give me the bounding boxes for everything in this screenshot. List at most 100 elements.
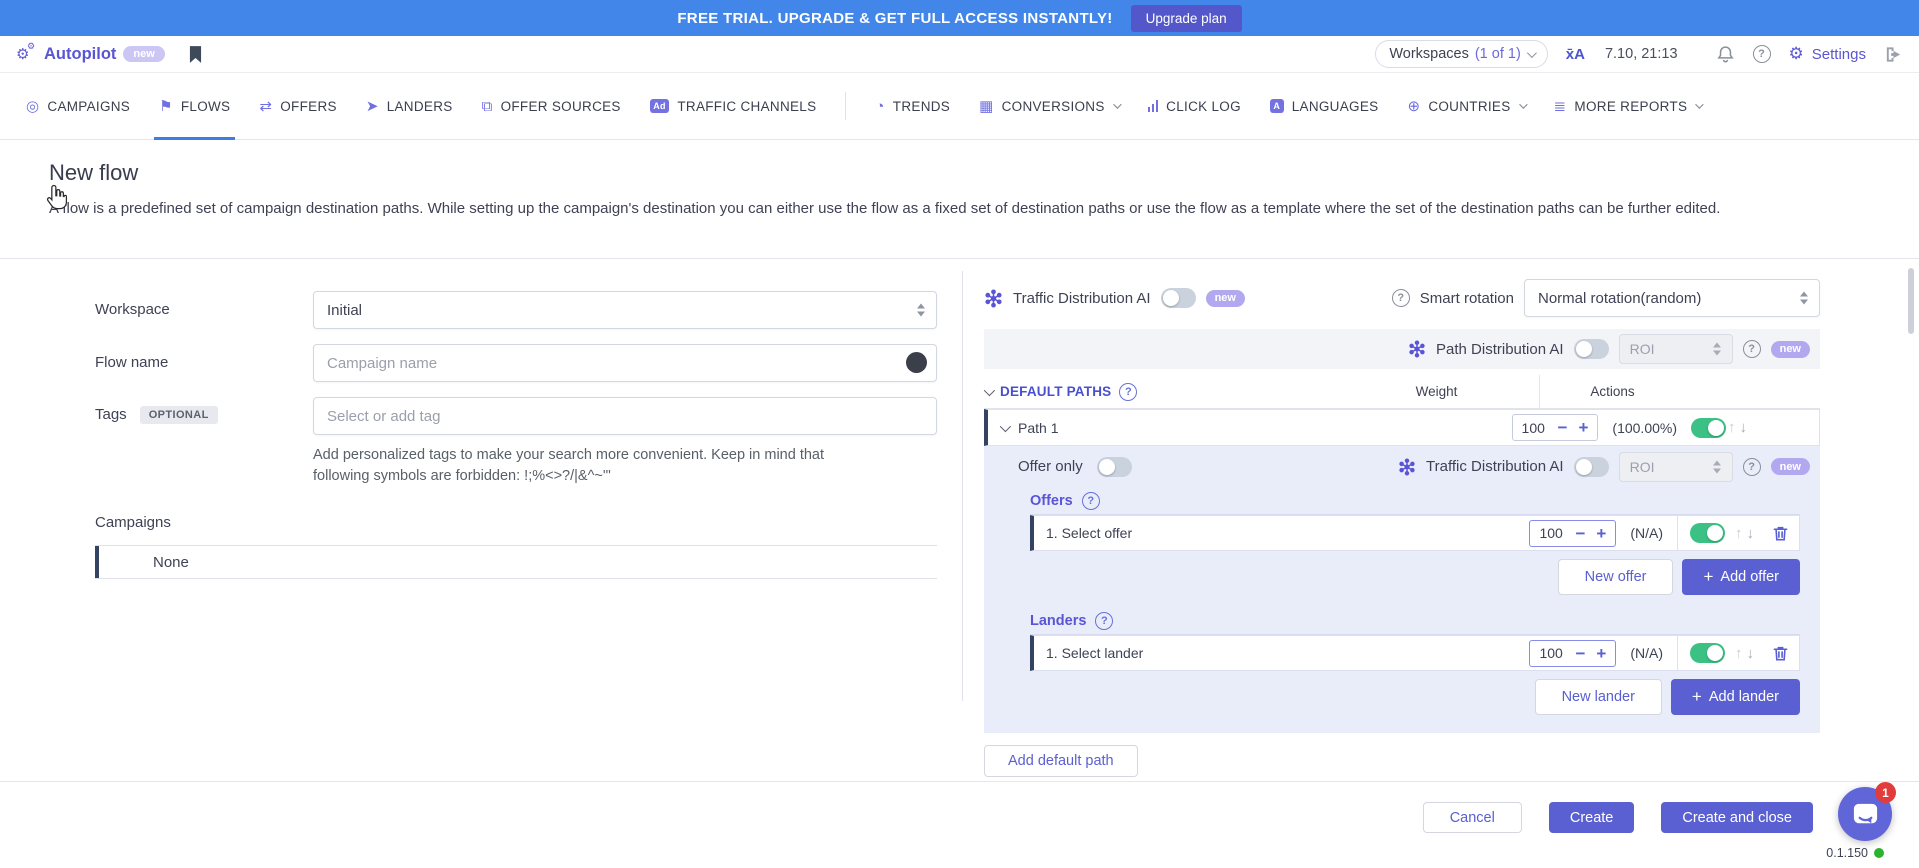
path-ai-help-icon[interactable]: ? <box>1743 340 1761 358</box>
gear-icon[interactable]: ⚙ <box>1789 44 1804 64</box>
offers-help-icon[interactable]: ? <box>1082 492 1100 510</box>
paths-panel: Traffic Distribution AI new ? Smart rota… <box>963 259 1919 781</box>
chevron-down-icon <box>1527 48 1537 58</box>
path-weight-value[interactable]: 100 <box>1522 420 1547 436</box>
minus-icon[interactable]: − <box>1558 419 1568 436</box>
landers-help-icon[interactable]: ? <box>1095 612 1113 630</box>
arrow-up-icon[interactable]: ↑ <box>1735 525 1743 542</box>
smart-rotation-help-icon[interactable]: ? <box>1392 289 1410 307</box>
create-and-close-button[interactable]: Create and close <box>1661 802 1813 833</box>
translate-icon[interactable]: x̄A <box>1566 46 1585 63</box>
nav-item-traffic-channels[interactable]: AdTRAFFIC CHANNELS <box>650 73 817 139</box>
click-log-icon <box>1148 100 1159 112</box>
path-distribution-ai-toggle[interactable] <box>1574 339 1609 359</box>
arrow-down-icon[interactable]: ↓ <box>1740 419 1748 436</box>
plus-icon[interactable]: + <box>1596 645 1606 662</box>
trial-banner-text: FREE TRIAL. UPGRADE & GET FULL ACCESS IN… <box>677 10 1112 27</box>
path-weight-stepper[interactable]: 100 − + <box>1512 414 1599 441</box>
new-badge: new <box>1771 341 1810 358</box>
notifications-bell-icon[interactable] <box>1716 45 1735 64</box>
nav-item-flows[interactable]: ⚑FLOWS <box>159 73 230 139</box>
default-paths-help-icon[interactable]: ? <box>1119 383 1137 401</box>
trial-banner: FREE TRIAL. UPGRADE & GET FULL ACCESS IN… <box>0 0 1919 36</box>
nav-item-conversions[interactable]: ▦CONVERSIONS <box>979 73 1119 139</box>
path-ai-metric-select: ROI <box>1619 334 1733 364</box>
new-lander-button[interactable]: New lander <box>1535 679 1662 715</box>
upgrade-plan-button[interactable]: Upgrade plan <box>1131 5 1242 32</box>
add-default-path-button[interactable]: Add default path <box>984 745 1138 777</box>
campaigns-list: None <box>95 545 937 579</box>
traffic-distribution-ai-toggle[interactable] <box>1161 288 1196 308</box>
app-header: ⚙⚙ Autopilot new Workspaces (1 of 1) x̄A… <box>0 36 1919 73</box>
chevron-down-icon <box>1695 100 1703 108</box>
smart-rotation-label: Smart rotation <box>1420 290 1514 307</box>
chat-launcher[interactable]: 1 <box>1838 787 1892 841</box>
lander-weight-value[interactable]: 100 <box>1539 645 1564 661</box>
minus-icon[interactable]: − <box>1575 645 1585 662</box>
smart-rotation-value: Normal rotation(random) <box>1538 290 1701 307</box>
minus-icon[interactable]: − <box>1575 525 1585 542</box>
lander-name[interactable]: 1. Select lander <box>1046 645 1143 661</box>
offer-enabled-toggle[interactable] <box>1690 523 1725 543</box>
nav-item-click-log[interactable]: CLICK LOG <box>1148 73 1241 139</box>
lander-enabled-toggle[interactable] <box>1690 643 1725 663</box>
workspaces-selector[interactable]: Workspaces (1 of 1) <box>1375 40 1547 68</box>
landers-title: Landers <box>1030 613 1086 629</box>
plus-icon[interactable]: + <box>1596 525 1606 542</box>
cancel-button[interactable]: Cancel <box>1423 802 1522 833</box>
offer-only-toggle[interactable] <box>1097 457 1132 477</box>
bookmark-icon[interactable] <box>189 46 202 63</box>
datetime-label: 7.10, 21:13 <box>1605 46 1678 62</box>
lander-row: 1. Select lander 100 − + (N/A) ↑ ↓ <box>1030 635 1800 671</box>
arrow-up-icon[interactable]: ↑ <box>1735 645 1743 662</box>
offer-name[interactable]: 1. Select offer <box>1046 525 1132 541</box>
collapse-chevron-icon[interactable] <box>984 384 995 395</box>
path-traffic-ai-toggle[interactable] <box>1574 457 1609 477</box>
weight-column-header: Weight <box>1334 384 1539 399</box>
path-name: Path 1 <box>1018 420 1058 436</box>
nav-item-trends[interactable]: ◔TRENDS <box>875 73 950 139</box>
new-offer-button[interactable]: New offer <box>1558 559 1674 595</box>
nav-item-languages[interactable]: ALANGUAGES <box>1270 73 1379 139</box>
arrow-down-icon[interactable]: ↓ <box>1747 525 1755 542</box>
create-button[interactable]: Create <box>1549 802 1635 833</box>
nav-item-landers[interactable]: ➤LANDERS <box>366 73 453 139</box>
settings-link[interactable]: Settings <box>1812 46 1866 63</box>
offers-title: Offers <box>1030 493 1073 509</box>
arrow-down-icon[interactable]: ↓ <box>1747 645 1755 662</box>
add-offer-button[interactable]: +Add offer <box>1682 559 1800 595</box>
nav-item-offer-sources[interactable]: ⧉OFFER SOURCES <box>482 73 621 139</box>
arrow-up-icon[interactable]: ↑ <box>1728 419 1736 436</box>
offer-weight-stepper[interactable]: 100 − + <box>1529 520 1616 547</box>
path-traffic-ai-help-icon[interactable]: ? <box>1743 458 1761 476</box>
flow-name-input[interactable] <box>313 344 937 382</box>
plus-icon: + <box>1692 687 1702 707</box>
workspace-select[interactable]: Initial <box>313 291 937 329</box>
nav-item-offers[interactable]: ⇄OFFERS <box>259 73 336 139</box>
trash-icon[interactable] <box>1772 645 1789 662</box>
nav-item-campaigns[interactable]: ◎CAMPAIGNS <box>26 73 130 139</box>
plus-icon[interactable]: + <box>1578 419 1588 436</box>
app-logo[interactable]: Autopilot <box>44 45 116 64</box>
path-row: Path 1 100 − + (100.00%) ↑ ↓ <box>984 409 1820 446</box>
ai-icon <box>1398 458 1416 476</box>
collapse-chevron-icon[interactable] <box>1000 420 1011 431</box>
nav-item-countries[interactable]: ⊕COUNTRIES <box>1407 73 1524 139</box>
tags-input[interactable] <box>313 397 937 435</box>
question-glyph: ? <box>1753 45 1771 63</box>
online-status-dot <box>1874 848 1884 858</box>
workspace-label: Workspace <box>95 291 313 329</box>
logout-icon[interactable] <box>1884 45 1903 64</box>
trash-icon[interactable] <box>1772 525 1789 542</box>
scrollbar-thumb[interactable] <box>1908 268 1914 334</box>
help-icon[interactable]: ? <box>1753 45 1771 63</box>
default-paths-title: DEFAULT PATHS <box>1000 384 1111 399</box>
path-enabled-toggle[interactable] <box>1691 418 1726 438</box>
trends-icon: ◔ <box>875 99 884 114</box>
offer-weight-value[interactable]: 100 <box>1539 525 1564 541</box>
lander-weight-stepper[interactable]: 100 − + <box>1529 640 1616 667</box>
add-lander-button[interactable]: +Add lander <box>1671 679 1800 715</box>
row-divider <box>1677 516 1678 550</box>
smart-rotation-select[interactable]: Normal rotation(random) <box>1524 279 1820 317</box>
nav-item-more-reports[interactable]: ≣MORE REPORTS <box>1554 73 1702 139</box>
